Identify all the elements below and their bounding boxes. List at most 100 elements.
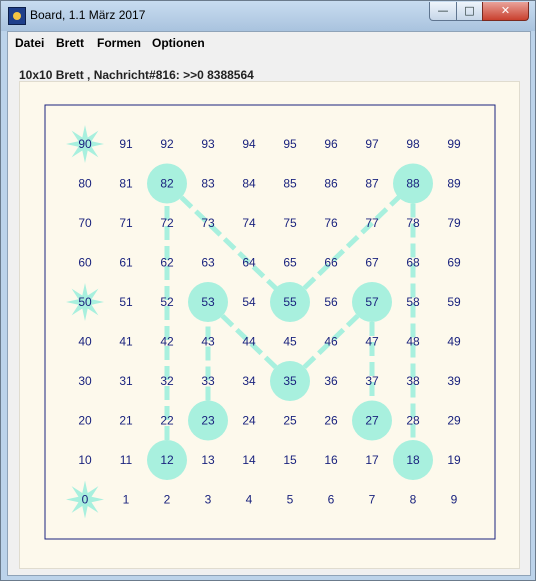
cell-number[interactable]: 96 [324, 137, 338, 151]
cell-number[interactable]: 48 [406, 335, 420, 349]
cell-number[interactable]: 77 [365, 216, 379, 230]
cell-number[interactable]: 92 [160, 137, 174, 151]
cell-number[interactable]: 14 [242, 453, 256, 467]
cell-number[interactable]: 36 [324, 374, 338, 388]
cell-number[interactable]: 2 [164, 493, 171, 507]
cell-number[interactable]: 81 [119, 177, 133, 191]
cell-number[interactable]: 49 [447, 335, 461, 349]
cell-number[interactable]: 22 [160, 414, 174, 428]
cell-number[interactable]: 87 [365, 177, 379, 191]
cell-number[interactable]: 86 [324, 177, 338, 191]
cell-number[interactable]: 57 [365, 295, 379, 309]
cell-number[interactable]: 42 [160, 335, 174, 349]
cell-number[interactable]: 35 [283, 374, 297, 388]
cell-number[interactable]: 68 [406, 256, 420, 270]
cell-number[interactable]: 25 [283, 414, 297, 428]
cell-number[interactable]: 95 [283, 137, 297, 151]
cell-number[interactable]: 84 [242, 177, 256, 191]
cell-number[interactable]: 71 [119, 216, 133, 230]
cell-number[interactable]: 73 [201, 216, 215, 230]
cell-number[interactable]: 74 [242, 216, 256, 230]
cell-number[interactable]: 64 [242, 256, 256, 270]
cell-number[interactable]: 60 [78, 256, 92, 270]
cell-number[interactable]: 70 [78, 216, 92, 230]
cell-number[interactable]: 99 [447, 137, 461, 151]
cell-number[interactable]: 54 [242, 295, 256, 309]
cell-number[interactable]: 94 [242, 137, 256, 151]
cell-number[interactable]: 21 [119, 414, 133, 428]
cell-number[interactable]: 10 [78, 453, 92, 467]
cell-number[interactable]: 24 [242, 414, 256, 428]
cell-number[interactable]: 23 [201, 414, 215, 428]
cell-number[interactable]: 98 [406, 137, 420, 151]
menu-formen[interactable]: Formen [97, 36, 141, 50]
cell-number[interactable]: 32 [160, 374, 174, 388]
cell-number[interactable]: 97 [365, 137, 379, 151]
cell-number[interactable]: 17 [365, 453, 379, 467]
cell-number[interactable]: 61 [119, 256, 133, 270]
cell-number[interactable]: 79 [447, 216, 461, 230]
cell-number[interactable]: 75 [283, 216, 297, 230]
cell-number[interactable]: 27 [365, 414, 379, 428]
maximize-button[interactable]: □ [456, 2, 483, 21]
cell-number[interactable]: 53 [201, 295, 215, 309]
cell-number[interactable]: 47 [365, 335, 379, 349]
minimize-button[interactable]: — [429, 2, 457, 21]
cell-number[interactable]: 65 [283, 256, 297, 270]
cell-number[interactable]: 15 [283, 453, 297, 467]
cell-number[interactable]: 51 [119, 295, 133, 309]
cell-number[interactable]: 1 [123, 493, 130, 507]
cell-number[interactable]: 7 [369, 493, 376, 507]
cell-number[interactable]: 72 [160, 216, 174, 230]
cell-number[interactable]: 91 [119, 137, 133, 151]
cell-number[interactable]: 18 [406, 453, 420, 467]
cell-number[interactable]: 13 [201, 453, 215, 467]
cell-number[interactable]: 33 [201, 374, 215, 388]
cell-number[interactable]: 89 [447, 177, 461, 191]
cell-number[interactable]: 3 [205, 493, 212, 507]
cell-number[interactable]: 40 [78, 335, 92, 349]
cell-number[interactable]: 58 [406, 295, 420, 309]
cell-number[interactable]: 93 [201, 137, 215, 151]
cell-number[interactable]: 39 [447, 374, 461, 388]
cell-number[interactable]: 11 [120, 453, 133, 467]
cell-number[interactable]: 31 [119, 374, 133, 388]
cell-number[interactable]: 90 [78, 137, 92, 151]
cell-number[interactable]: 30 [78, 374, 92, 388]
cell-number[interactable]: 59 [447, 295, 461, 309]
cell-number[interactable]: 4 [246, 493, 253, 507]
cell-number[interactable]: 19 [447, 453, 461, 467]
cell-number[interactable]: 52 [160, 295, 174, 309]
cell-number[interactable]: 38 [406, 374, 420, 388]
cell-number[interactable]: 80 [78, 177, 92, 191]
cell-number[interactable]: 26 [324, 414, 338, 428]
cell-number[interactable]: 76 [324, 216, 338, 230]
cell-number[interactable]: 82 [160, 177, 174, 191]
cell-number[interactable]: 66 [324, 256, 338, 270]
cell-number[interactable]: 88 [406, 177, 420, 191]
cell-number[interactable]: 78 [406, 216, 420, 230]
cell-number[interactable]: 37 [365, 374, 379, 388]
cell-number[interactable]: 44 [242, 335, 256, 349]
cell-number[interactable]: 0 [82, 493, 89, 507]
title-bar[interactable]: Board, 1.1 März 2017 — □ ✕ [1, 1, 535, 31]
cell-number[interactable]: 67 [365, 256, 379, 270]
cell-number[interactable]: 5 [287, 493, 294, 507]
menu-brett[interactable]: Brett [56, 36, 84, 50]
cell-number[interactable]: 28 [406, 414, 420, 428]
cell-number[interactable]: 8 [410, 493, 417, 507]
cell-number[interactable]: 41 [119, 335, 133, 349]
cell-number[interactable]: 50 [78, 295, 92, 309]
cell-number[interactable]: 55 [283, 295, 297, 309]
cell-number[interactable]: 9 [451, 493, 458, 507]
cell-number[interactable]: 63 [201, 256, 215, 270]
cell-number[interactable]: 29 [447, 414, 461, 428]
cell-number[interactable]: 85 [283, 177, 297, 191]
cell-number[interactable]: 45 [283, 335, 297, 349]
cell-number[interactable]: 12 [160, 453, 174, 467]
cell-number[interactable]: 69 [447, 256, 461, 270]
menu-datei[interactable]: Datei [15, 36, 44, 50]
cell-number[interactable]: 83 [201, 177, 215, 191]
cell-number[interactable]: 43 [201, 335, 215, 349]
cell-number[interactable]: 20 [78, 414, 92, 428]
